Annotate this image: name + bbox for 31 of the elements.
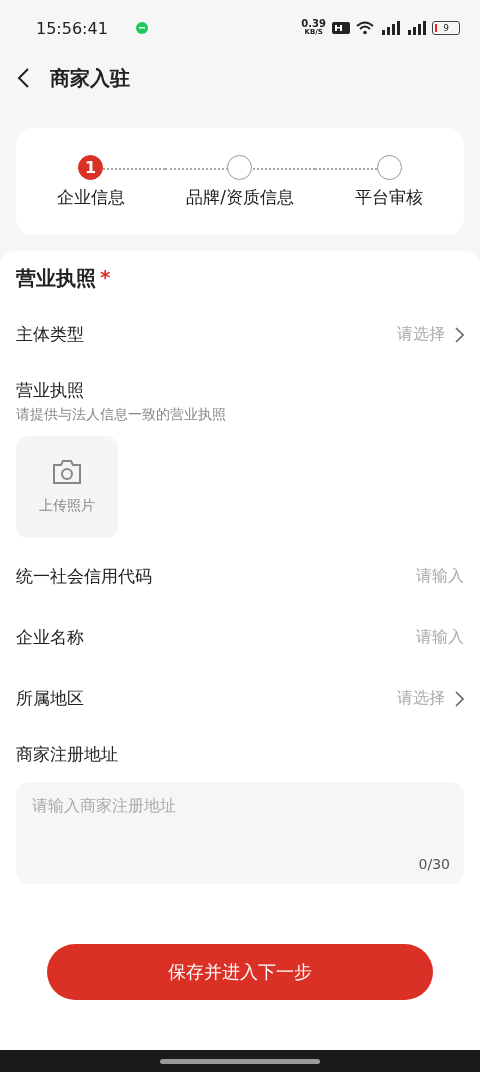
home-indicator[interactable] [160, 1058, 320, 1064]
hd-icon [332, 22, 350, 34]
signal-icon [406, 21, 426, 35]
field-label: 企业名称 [16, 626, 85, 649]
battery-icon: 9 [432, 21, 460, 35]
step-label: 企业信息 [56, 185, 125, 209]
camera-icon [52, 459, 82, 485]
chevron-right-icon [455, 326, 464, 343]
input-field[interactable]: 请输入 [416, 627, 464, 648]
step-indicator: 1 [78, 154, 104, 180]
field-label: 商家注册地址 [16, 743, 119, 766]
submit-button[interactable]: 保存并进入下一步 [47, 944, 433, 1000]
field-label: 所属地区 [16, 687, 85, 710]
field-label: 统一社会信用代码 [16, 565, 153, 588]
select-field[interactable]: 请选择 [397, 324, 445, 345]
status-time: 15:56:41 [36, 18, 108, 38]
field-label: 营业执照 [16, 379, 85, 402]
section-title: 营业执照 * [16, 265, 112, 292]
upload-button[interactable]: 上传照片 [16, 436, 118, 538]
select-field[interactable]: 请选择 [397, 688, 445, 709]
wifi-icon [356, 21, 374, 35]
address-textarea[interactable]: 请输入商家注册地址 0/30 [16, 782, 464, 884]
field-label: 主体类型 [16, 323, 85, 346]
field-hint: 请提供与法人信息一致的营业执照 [16, 406, 227, 424]
chevron-right-icon [455, 690, 464, 707]
step-label: 品牌/资质信息 [186, 185, 294, 209]
page-title: 商家入驻 [50, 64, 130, 92]
signal-icon [380, 21, 400, 35]
input-field[interactable]: 请输入 [416, 566, 464, 587]
back-icon[interactable] [16, 67, 30, 89]
step-label: 平台审核 [355, 185, 424, 209]
